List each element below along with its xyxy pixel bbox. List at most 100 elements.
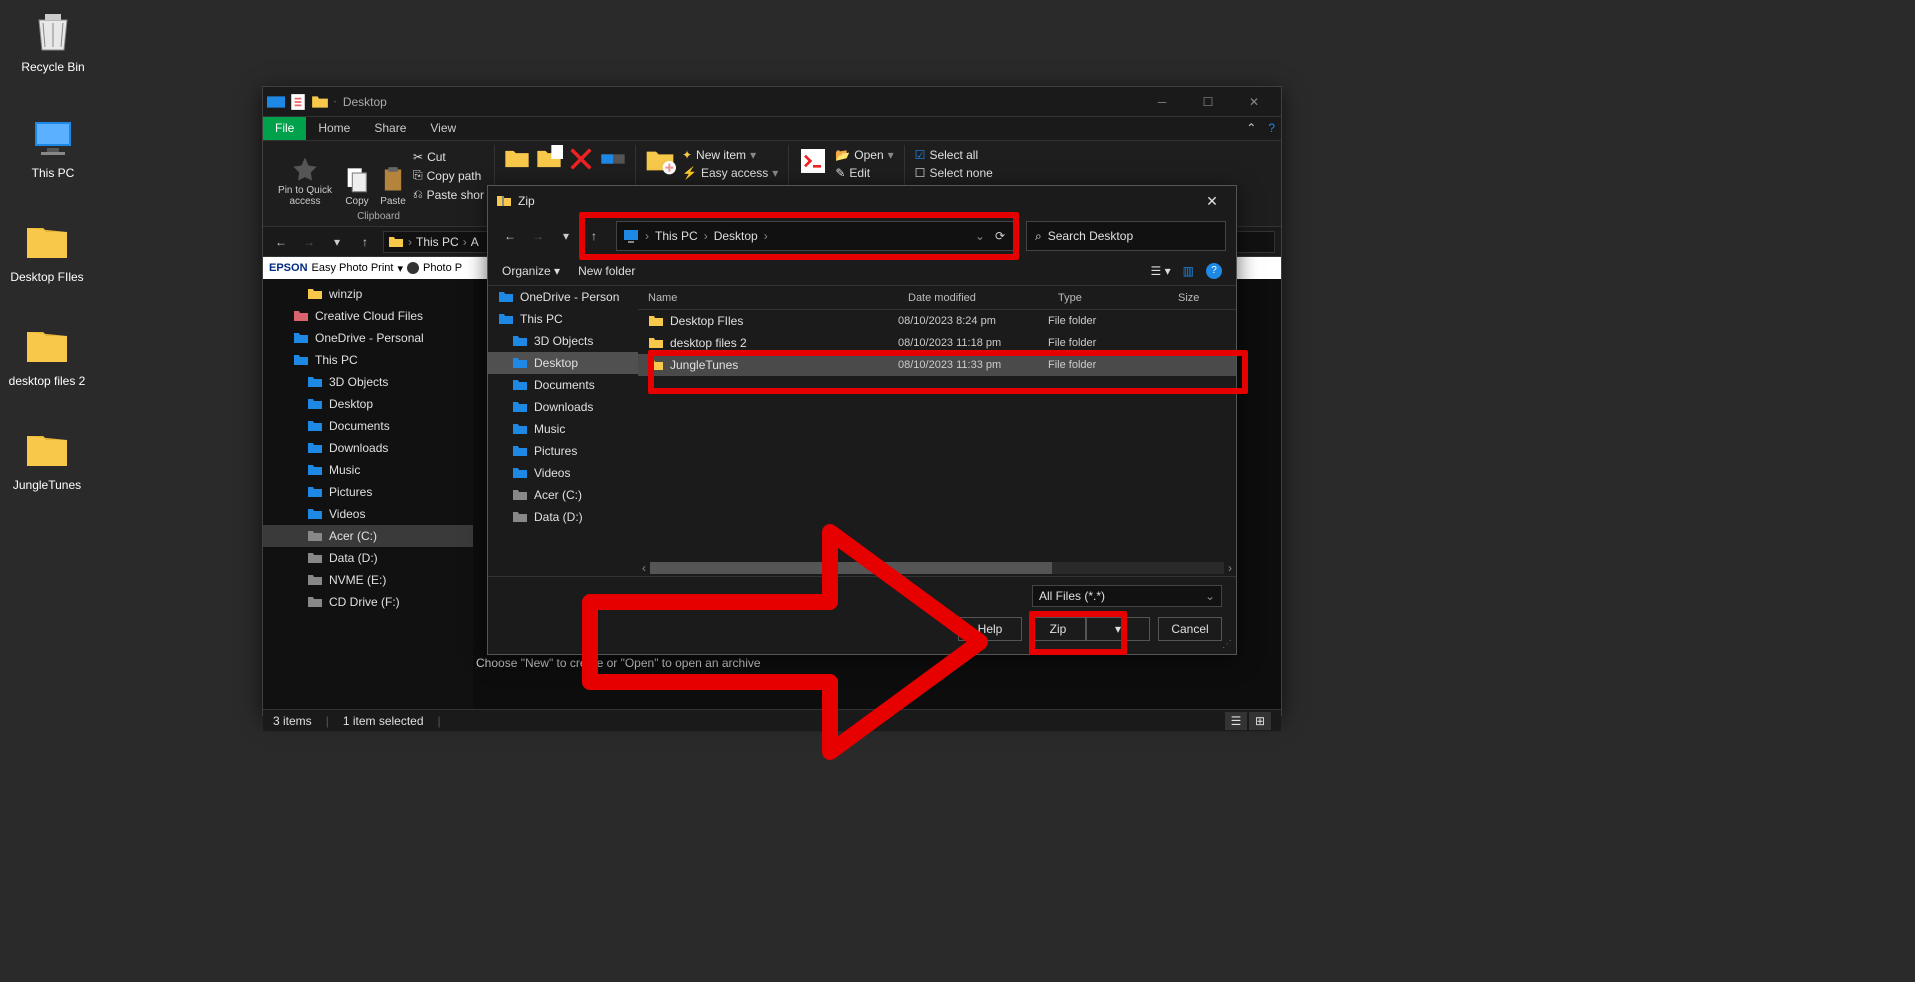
back-button[interactable]: ← bbox=[269, 230, 293, 254]
tree-item[interactable]: Downloads bbox=[263, 437, 473, 459]
select-none-button[interactable]: ☐Select none bbox=[913, 165, 995, 181]
cancel-button[interactable]: Cancel bbox=[1158, 617, 1222, 641]
zip-nav-tree[interactable]: OneDrive - PersonThis PC3D ObjectsDeskto… bbox=[488, 286, 638, 576]
rename-icon[interactable] bbox=[599, 145, 627, 173]
tree-item[interactable]: Documents bbox=[263, 415, 473, 437]
desktop-jungletunes[interactable]: JungleTunes bbox=[2, 426, 92, 492]
tree-item[interactable]: NVME (E:) bbox=[263, 569, 473, 591]
tree-item[interactable]: OneDrive - Personal bbox=[263, 327, 473, 349]
paste-button[interactable]: Paste bbox=[375, 145, 411, 209]
copy-button[interactable]: Copy bbox=[339, 145, 375, 209]
delete-icon[interactable] bbox=[567, 145, 595, 173]
tree-item[interactable]: Pictures bbox=[488, 440, 638, 462]
file-row[interactable]: JungleTunes08/10/2023 11:33 pmFile folde… bbox=[638, 354, 1236, 376]
desktop-desktop-files-2[interactable]: desktop files 2 bbox=[2, 322, 92, 388]
organize-button[interactable]: Organize ▾ bbox=[502, 264, 560, 278]
close-button[interactable]: ✕ bbox=[1231, 88, 1277, 116]
resize-grip[interactable]: ⋰ bbox=[1222, 639, 1232, 650]
tree-item[interactable]: 3D Objects bbox=[263, 371, 473, 393]
nav-tree[interactable]: winzipCreative Cloud FilesOneDrive - Per… bbox=[263, 279, 473, 709]
tree-item[interactable]: Desktop bbox=[263, 393, 473, 415]
copyto-icon[interactable] bbox=[535, 145, 563, 173]
tree-item[interactable]: Downloads bbox=[488, 396, 638, 418]
easy-access-button[interactable]: ⚡Easy access ▾ bbox=[680, 165, 780, 181]
forward-button[interactable]: → bbox=[297, 230, 321, 254]
tree-item[interactable]: Data (D:) bbox=[488, 506, 638, 528]
refresh-button[interactable]: ⟳ bbox=[995, 229, 1005, 243]
tree-item[interactable]: Pictures bbox=[263, 481, 473, 503]
zip-button[interactable]: Zip bbox=[1030, 617, 1086, 641]
address-dropdown[interactable]: ⌄ bbox=[975, 229, 985, 243]
help-button[interactable]: Help bbox=[958, 617, 1022, 641]
up-button[interactable]: ↑ bbox=[353, 230, 377, 254]
tree-item[interactable]: Videos bbox=[488, 462, 638, 484]
copy-path-button[interactable]: ⎘Copy path bbox=[411, 167, 486, 184]
hscrollbar[interactable] bbox=[650, 562, 1224, 574]
properties-icon[interactable] bbox=[797, 145, 829, 177]
tree-item[interactable]: CD Drive (F:) bbox=[263, 591, 473, 613]
new-folder-button[interactable]: New folder bbox=[578, 264, 635, 278]
col-modified[interactable]: Date modified bbox=[898, 292, 1048, 304]
tab-file[interactable]: File bbox=[263, 117, 306, 140]
edit-button[interactable]: ✎Edit bbox=[833, 165, 895, 181]
zip-close-button[interactable]: ✕ bbox=[1196, 193, 1228, 210]
scroll-right[interactable]: › bbox=[1228, 561, 1232, 575]
file-row[interactable]: desktop files 208/10/2023 11:18 pmFile f… bbox=[638, 332, 1236, 354]
zip-help-icon[interactable]: ? bbox=[1206, 263, 1222, 279]
col-name[interactable]: Name bbox=[638, 292, 898, 304]
tree-item[interactable]: Acer (C:) bbox=[263, 525, 473, 547]
crumb-thispc[interactable]: This PC bbox=[416, 235, 459, 249]
tab-view[interactable]: View bbox=[418, 117, 468, 140]
tree-item[interactable]: Creative Cloud Files bbox=[263, 305, 473, 327]
paste-shortcut-button[interactable]: ⎌Paste shor bbox=[411, 186, 486, 203]
view-details-button[interactable]: ☰ bbox=[1225, 712, 1247, 730]
zip-crumb-desktop[interactable]: Desktop bbox=[714, 229, 758, 243]
view-mode-button[interactable]: ☰ ▾ bbox=[1151, 264, 1171, 278]
tree-item[interactable]: Documents bbox=[488, 374, 638, 396]
preview-pane-button[interactable]: ▥ bbox=[1183, 264, 1194, 278]
tree-item[interactable]: OneDrive - Person bbox=[488, 286, 638, 308]
title-bar[interactable]: ‧ Desktop ─ ☐ ✕ bbox=[263, 87, 1281, 117]
tree-item[interactable]: Data (D:) bbox=[263, 547, 473, 569]
tree-item[interactable]: Videos bbox=[263, 503, 473, 525]
tree-item[interactable]: This PC bbox=[488, 308, 638, 330]
select-all-button[interactable]: ☑Select all bbox=[913, 147, 995, 163]
zip-recent-button[interactable]: ▾ bbox=[554, 224, 578, 248]
open-button[interactable]: 📂Open ▾ bbox=[833, 147, 895, 163]
tree-item[interactable]: Acer (C:) bbox=[488, 484, 638, 506]
desktop-desktop-files[interactable]: Desktop FIles bbox=[2, 218, 92, 284]
moveto-icon[interactable] bbox=[503, 145, 531, 173]
file-row[interactable]: Desktop FIles08/10/2023 8:24 pmFile fold… bbox=[638, 310, 1236, 332]
minimize-button[interactable]: ─ bbox=[1139, 88, 1185, 116]
desktop-recycle-bin[interactable]: Recycle Bin bbox=[8, 8, 98, 74]
ribbon-collapse[interactable]: ⌃ bbox=[1240, 117, 1262, 140]
cut-button[interactable]: ✂Cut bbox=[411, 149, 486, 165]
zip-back-button[interactable]: ← bbox=[498, 224, 522, 248]
tree-item[interactable]: winzip bbox=[263, 283, 473, 305]
zip-forward-button[interactable]: → bbox=[526, 224, 550, 248]
tree-item[interactable]: Desktop bbox=[488, 352, 638, 374]
col-type[interactable]: Type bbox=[1048, 292, 1168, 304]
tab-home[interactable]: Home bbox=[306, 117, 362, 140]
maximize-button[interactable]: ☐ bbox=[1185, 88, 1231, 116]
tree-item[interactable]: Music bbox=[488, 418, 638, 440]
tree-item[interactable]: 3D Objects bbox=[488, 330, 638, 352]
view-thumbs-button[interactable]: ⊞ bbox=[1249, 712, 1271, 730]
help-icon[interactable]: ? bbox=[1262, 117, 1281, 140]
file-filter[interactable]: All Files (*.*)⌄ bbox=[1032, 585, 1222, 607]
tab-share[interactable]: Share bbox=[362, 117, 418, 140]
zip-split-button[interactable]: ▾ bbox=[1086, 617, 1150, 641]
zip-address-bar[interactable]: › This PC › Desktop › ⌄ ⟳ bbox=[616, 221, 1016, 251]
crumb-leaf[interactable]: A bbox=[471, 235, 479, 249]
tree-item[interactable]: Music bbox=[263, 459, 473, 481]
tree-item[interactable]: This PC bbox=[263, 349, 473, 371]
zip-title-bar[interactable]: Zip ✕ bbox=[488, 186, 1236, 216]
recent-button[interactable]: ▾ bbox=[325, 230, 349, 254]
new-item-button[interactable]: ✦New item ▾ bbox=[680, 147, 780, 163]
scroll-left[interactable]: ‹ bbox=[642, 561, 646, 575]
newfolder-icon[interactable] bbox=[644, 145, 676, 177]
zip-crumb-thispc[interactable]: This PC bbox=[655, 229, 698, 243]
pin-button[interactable]: Pin to Quick access bbox=[271, 145, 339, 209]
col-size[interactable]: Size bbox=[1168, 292, 1228, 304]
desktop-this-pc[interactable]: This PC bbox=[8, 114, 98, 180]
